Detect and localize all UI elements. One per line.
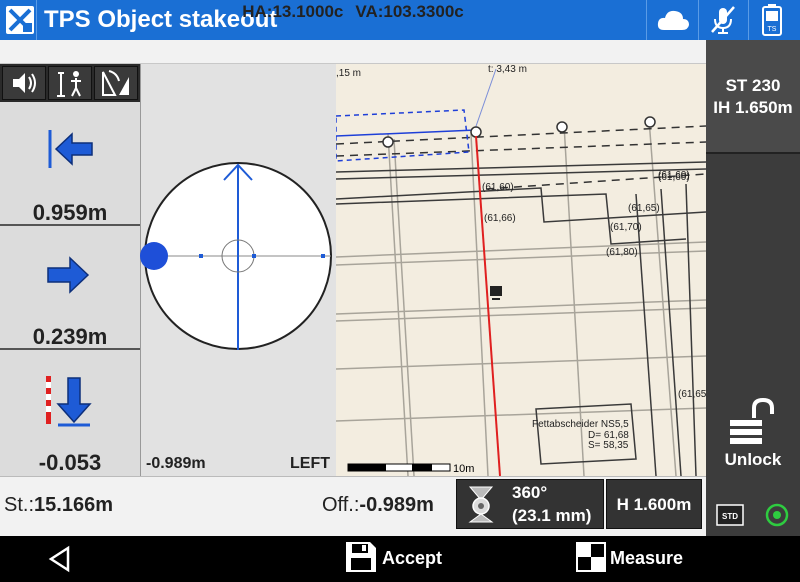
map-label: Fettabscheider NS5,5	[532, 419, 629, 430]
vertical-angle: VA:103.3300c	[355, 2, 464, 21]
prism-angle: 360°	[512, 483, 548, 502]
unlock-icon[interactable]	[728, 397, 780, 448]
angle-readout-bar	[0, 40, 706, 64]
horizontal-angle: HA:13.1000c	[242, 2, 344, 21]
prism-constant: (23.1 mm)	[512, 506, 592, 525]
move-down-icon	[40, 372, 100, 428]
map-label: (61,60)	[482, 182, 514, 193]
scale-label: 10m	[453, 463, 474, 475]
instrument-marker	[490, 286, 502, 300]
measure-button[interactable]: Measure	[610, 548, 683, 569]
std-mode-icon[interactable]: STD	[716, 504, 744, 526]
map-view[interactable]: (61,60) (61,66) (61,60) (61,60) (61,65) …	[336, 64, 706, 476]
accept-button[interactable]: Accept	[382, 548, 442, 569]
current-position-marker	[140, 242, 168, 270]
move-left-icon	[40, 122, 100, 178]
scale-bar: 10m	[347, 463, 474, 475]
compass-side: LEFT	[290, 455, 330, 472]
map-label: S= 58,35	[588, 440, 629, 451]
move-left-value: 0.959m	[32, 200, 108, 225]
title-divider	[748, 0, 749, 40]
speaker-icon	[13, 73, 36, 93]
save-icon[interactable]	[344, 540, 378, 574]
prism-icon	[466, 484, 496, 524]
sound-button[interactable]	[2, 66, 46, 100]
map-label: (61,66)	[484, 213, 516, 224]
svg-text:TS: TS	[768, 26, 777, 33]
map-label: (61,60)	[658, 172, 690, 183]
map-label: (61,70)	[610, 222, 642, 233]
target-lock-icon[interactable]	[764, 502, 790, 528]
map-label: (61,65)	[678, 389, 706, 400]
svg-text:STD: STD	[722, 512, 738, 521]
move-right-icon	[40, 248, 100, 304]
move-right-value: 0.239m	[32, 324, 108, 349]
station-distance-value: 15.166m	[34, 494, 113, 516]
offset-distance-value: -0.989m	[359, 494, 434, 516]
target-switch-button[interactable]	[94, 66, 138, 100]
parcel-lines	[336, 118, 706, 476]
instrument-button[interactable]	[48, 66, 92, 100]
mic-off-icon[interactable]	[706, 4, 740, 36]
stakeout-compass	[140, 160, 336, 360]
measure-icon[interactable]	[576, 542, 606, 572]
battery-icon: TS	[758, 3, 786, 37]
compass-offset: -0.989m	[146, 455, 206, 472]
target-height: H 1.600m	[616, 495, 692, 514]
station-name: ST 230	[725, 76, 781, 95]
map-label: (61,80)	[606, 247, 638, 258]
station-distance: St.:15.166m	[4, 494, 113, 516]
map-label: (61,65)	[628, 203, 660, 214]
move-down-value: -0.053	[38, 450, 102, 475]
offset-distance: Off.:-0.989m	[322, 494, 434, 516]
map-label: t: 3,43 m	[488, 64, 527, 75]
instrument-person-icon	[57, 71, 81, 97]
unlock-button[interactable]: Unlock	[706, 450, 800, 470]
angle-readout: HA:13.1000c VA:103.3300c	[0, 2, 706, 22]
back-icon[interactable]	[46, 545, 74, 573]
station-info-button[interactable]	[706, 40, 800, 154]
instrument-height: IH 1.650m	[713, 98, 793, 117]
map-label: ,15 m	[336, 68, 361, 79]
prism-switch-icon	[102, 70, 129, 96]
